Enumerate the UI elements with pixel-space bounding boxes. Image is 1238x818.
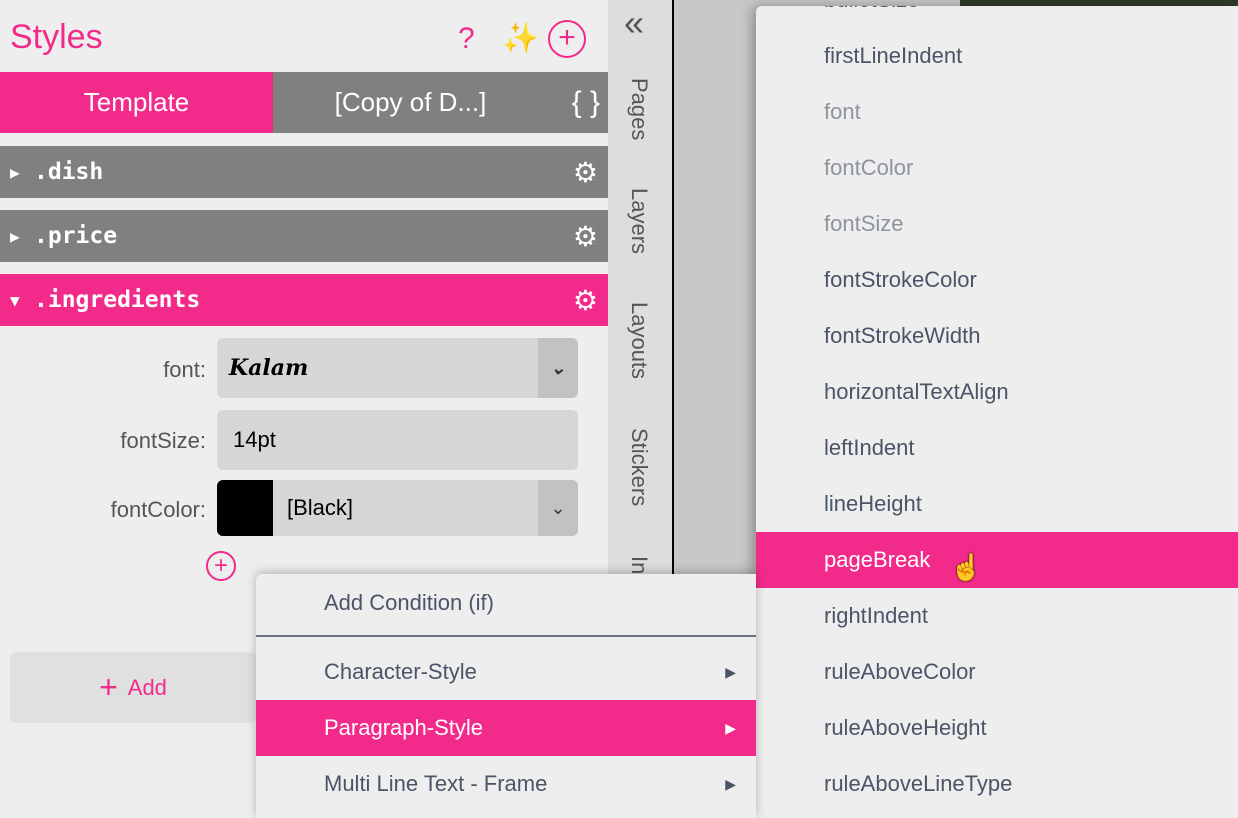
sidebar-tab-stickers[interactable]: Stickers	[626, 428, 652, 506]
menu-item-paragraph-style[interactable]: Paragraph-Style ▶	[256, 700, 756, 756]
style-name: .ingredients	[34, 287, 201, 313]
submenu-item-ruleabovecolor[interactable]: ruleAboveColor	[756, 644, 1238, 700]
expand-icon[interactable]: ▶	[10, 227, 34, 246]
style-name: .dish	[34, 159, 104, 185]
add-label: Add	[127, 674, 167, 700]
menu-separator	[256, 635, 756, 637]
style-row-price[interactable]: ▶ .price ⚙	[0, 210, 608, 262]
submenu-item-pagebreak[interactable]: pageBreak	[756, 532, 1238, 588]
chevron-down-icon[interactable]: ⌄	[538, 480, 578, 536]
fontcolor-select[interactable]: [Black] ⌄	[217, 480, 578, 536]
sidebar-tab-more[interactable]: In	[626, 556, 652, 574]
submenu-item-fontstrokecolor[interactable]: fontStrokeColor	[756, 252, 1238, 308]
submenu-arrow-icon: ▶	[725, 719, 736, 736]
submenu-item-fontcolor[interactable]: fontColor	[756, 140, 1238, 196]
sidebar-tab-pages[interactable]: Pages	[626, 78, 652, 140]
help-icon[interactable]: ?	[458, 20, 475, 58]
submenu-item-firstlineindent[interactable]: firstLineIndent	[756, 28, 1238, 84]
sidebar-tab-layouts[interactable]: Layouts	[626, 302, 652, 379]
magic-wand-icon[interactable]: ✨	[502, 20, 539, 58]
context-menu: Add Condition (if) Character-Style ▶ Para…	[256, 574, 756, 818]
submenu-item-fontstrokewidth[interactable]: fontStrokeWidth	[756, 308, 1238, 364]
fontcolor-label: fontColor:	[110, 497, 206, 522]
expand-icon[interactable]: ▶	[10, 163, 34, 182]
add-property-icon[interactable]: +	[206, 551, 236, 581]
fontsize-input[interactable]: 14pt	[217, 410, 578, 470]
fontcolor-value: [Black]	[287, 495, 354, 520]
menu-label: Paragraph-Style	[324, 715, 483, 740]
submenu-item-horizontaltextalign[interactable]: horizontalTextAlign	[756, 364, 1238, 420]
submenu-item-lineheight[interactable]: lineHeight	[756, 476, 1238, 532]
menu-item-multi-line-text-frame[interactable]: Multi Line Text - Frame ▶	[256, 756, 756, 812]
chevron-down-icon[interactable]: ⌄	[538, 338, 578, 398]
style-name: .price	[34, 223, 118, 249]
gear-icon[interactable]: ⚙	[573, 220, 598, 253]
plus-icon: +	[99, 669, 118, 705]
fontsize-label: fontSize:	[120, 428, 206, 453]
submenu-arrow-icon: ▶	[725, 663, 736, 680]
menu-label: Character-Style	[324, 659, 477, 684]
font-value: Kalam	[229, 355, 309, 381]
braces-icon[interactable]: { }	[572, 86, 600, 120]
add-circle-icon[interactable]: +	[548, 20, 586, 58]
gear-icon[interactable]: ⚙	[573, 156, 598, 189]
style-row-ingredients[interactable]: ▼ .ingredients ⚙	[0, 274, 608, 326]
submenu-arrow-icon: ▶	[725, 775, 736, 792]
sidebar-tab-layers[interactable]: Layers	[626, 188, 652, 254]
tab-copy[interactable]: [Copy of D...] { }	[273, 72, 608, 133]
font-label: font:	[163, 357, 206, 382]
hand-cursor-icon: ☝	[950, 552, 983, 582]
submenu-item-rightindent[interactable]: rightIndent	[756, 588, 1238, 644]
submenu-item-leftindent[interactable]: leftIndent	[756, 420, 1238, 476]
add-button[interactable]: + Add	[10, 652, 256, 723]
style-row-dish[interactable]: ▶ .dish ⚙	[0, 146, 608, 198]
panel-title: Styles	[10, 18, 103, 56]
color-swatch[interactable]	[217, 480, 273, 536]
gear-icon[interactable]: ⚙	[573, 284, 598, 317]
tab-template[interactable]: Template	[0, 72, 273, 133]
font-select[interactable]: Kalam ⌄	[217, 338, 578, 398]
menu-item-add-condition[interactable]: Add Condition (if)	[256, 575, 756, 631]
submenu-item-ruleabovelinetype[interactable]: ruleAboveLineType	[756, 756, 1238, 812]
paragraph-style-submenu: bulletSizefirstLineIndentfontfontColorfo…	[756, 6, 1238, 818]
menu-label: Multi Line Text - Frame	[324, 771, 548, 796]
collapse-sidebar-icon[interactable]: «	[624, 2, 644, 44]
tab-copy-label: [Copy of D...]	[334, 87, 487, 117]
fontsize-value: 14pt	[233, 427, 276, 452]
collapse-icon[interactable]: ▼	[10, 291, 34, 310]
submenu-item-font[interactable]: font	[756, 84, 1238, 140]
submenu-item-ruleaboveheight[interactable]: ruleAboveHeight	[756, 700, 1238, 756]
submenu-item-fontsize[interactable]: fontSize	[756, 196, 1238, 252]
submenu-item-bulletsize[interactable]: bulletSize	[756, 6, 1238, 28]
menu-item-character-style[interactable]: Character-Style ▶	[256, 644, 756, 700]
